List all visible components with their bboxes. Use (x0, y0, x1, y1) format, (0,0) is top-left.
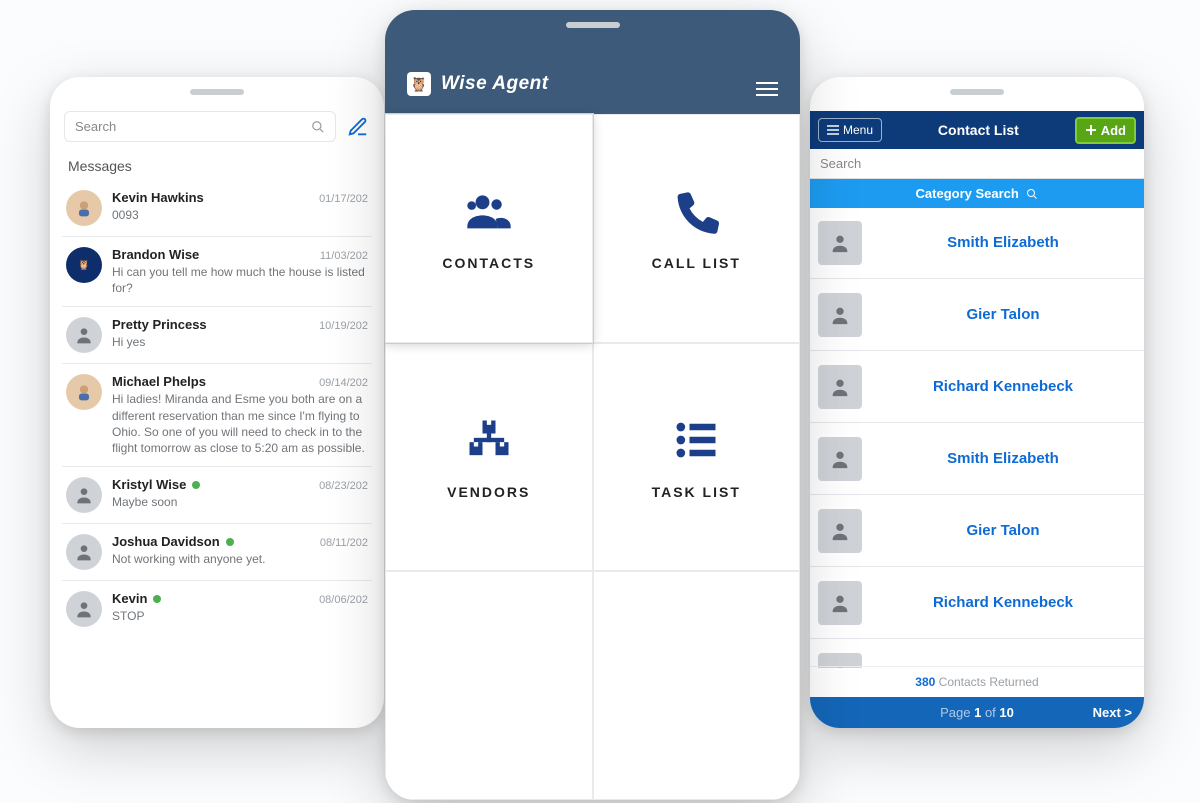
menu-icon[interactable] (756, 82, 778, 96)
menu-button[interactable]: Menu (818, 118, 882, 142)
category-search-button[interactable]: Category Search (810, 179, 1144, 208)
message-preview: Hi yes (112, 334, 368, 350)
notch (566, 22, 620, 28)
message-preview: STOP (112, 608, 368, 624)
messages-heading: Messages (62, 148, 372, 180)
tile-call-list[interactable]: CALL LIST (593, 114, 801, 343)
message-preview: 0093 (112, 207, 368, 223)
notch (190, 89, 244, 95)
contact-row[interactable]: Gier Talon (810, 495, 1144, 567)
online-dot-icon (226, 538, 234, 546)
contact-name: Gier Talon (862, 522, 1144, 539)
message-date: 08/06/202 (319, 594, 368, 606)
tile-label: VENDORS (447, 484, 530, 500)
avatar (818, 293, 862, 337)
contacts-phone: Menu Contact List Add Search Category Se… (810, 77, 1144, 728)
boxes-icon (463, 414, 515, 466)
add-button[interactable]: Add (1075, 117, 1136, 144)
contact-row[interactable]: Smith Elizabeth (810, 207, 1144, 279)
hamburger-icon (827, 125, 839, 135)
message-preview: Hi ladies! Miranda and Esme you both are… (112, 391, 368, 456)
avatar (818, 221, 862, 265)
contact-row[interactable]: Gier Talon (810, 279, 1144, 351)
message-date: 08/11/202 (320, 537, 368, 549)
brand: 🦉 Wise Agent (407, 72, 549, 96)
message-name: Kristyl Wise (112, 477, 186, 492)
message-preview: Hi can you tell me how much the house is… (112, 264, 368, 296)
search-placeholder: Search (75, 119, 311, 134)
message-name: Kevin Hawkins (112, 190, 204, 205)
brand-label: Wise Agent (441, 73, 549, 95)
message-row[interactable]: Joshua Davidson 08/11/202 Not working with… (62, 523, 372, 580)
message-name: Pretty Princess (112, 317, 207, 332)
message-row[interactable]: Kevin Hawkins 01/17/202 0093 (62, 180, 372, 236)
avatar (818, 437, 862, 481)
contact-name: Richard Kennebeck (862, 378, 1144, 395)
contact-name: Smith Elizabeth (862, 234, 1144, 251)
message-date: 01/17/202 (319, 193, 368, 205)
tile-contacts[interactable]: CONTACTS (385, 114, 593, 343)
online-dot-icon (192, 481, 200, 489)
online-dot-icon (153, 595, 161, 603)
tile-label: CONTACTS (442, 255, 535, 271)
avatar (66, 477, 102, 513)
contact-name: Smith Elizabeth (862, 450, 1144, 467)
avatar (818, 581, 862, 625)
message-row[interactable]: Michael Phelps 09/14/202 Hi ladies! Mirand… (62, 363, 372, 466)
message-date: 09/14/202 (319, 377, 368, 389)
group-icon (463, 185, 515, 237)
search-input[interactable]: Search (64, 111, 336, 142)
results-count: 380 Contacts Returned (810, 666, 1144, 697)
message-name: Michael Phelps (112, 374, 206, 389)
notch (950, 89, 1004, 95)
messages-phone: Search Messages Kevin Hawkins 01/17/202 00… (50, 77, 384, 728)
message-row[interactable]: Kevin 08/06/202 STOP (62, 580, 372, 637)
contact-row[interactable]: Sherryl Minniex (810, 639, 1144, 668)
compose-button[interactable] (346, 115, 370, 139)
avatar (818, 509, 862, 553)
message-row[interactable]: 🦉 Brandon Wise 11/03/202 Hi can you tell me… (62, 236, 372, 306)
message-date: 08/23/202 (319, 480, 368, 492)
plus-icon (1085, 124, 1097, 136)
pagination: Page 1 of 10 Next > (810, 697, 1144, 728)
tile-empty (593, 571, 801, 800)
contact-name: Gier Talon (862, 306, 1144, 323)
avatar (66, 534, 102, 570)
dashboard-phone: 🦉 Wise Agent CONTACTS CALL LIST VENDORS TAS… (385, 10, 800, 800)
page-title: Contact List (890, 122, 1067, 138)
message-name: Kevin (112, 591, 147, 606)
message-date: 11/03/202 (320, 250, 368, 262)
avatar: 🦉 (66, 247, 102, 283)
tile-vendors[interactable]: VENDORS (385, 343, 593, 572)
contact-row[interactable]: Richard Kennebeck (810, 351, 1144, 423)
avatar (818, 365, 862, 409)
list-icon (670, 414, 722, 466)
contact-search-input[interactable]: Search (810, 149, 1144, 179)
owl-logo-icon: 🦉 (407, 72, 431, 96)
message-preview: Maybe soon (112, 494, 368, 510)
contact-row[interactable]: Richard Kennebeck (810, 567, 1144, 639)
tile-label: CALL LIST (652, 255, 741, 271)
search-icon (1026, 188, 1038, 200)
phone-icon (670, 185, 722, 237)
message-row[interactable]: Pretty Princess 10/19/202 Hi yes (62, 306, 372, 363)
contact-row[interactable]: Smith Elizabeth (810, 423, 1144, 495)
tile-label: TASK LIST (652, 484, 741, 500)
message-preview: Not working with anyone yet. (112, 551, 368, 567)
tile-empty (385, 571, 593, 800)
message-row[interactable]: Kristyl Wise 08/23/202 Maybe soon (62, 466, 372, 523)
contact-name: Richard Kennebeck (862, 594, 1144, 611)
next-button[interactable]: Next > (1093, 705, 1132, 720)
message-name: Joshua Davidson (112, 534, 220, 549)
tile-task-list[interactable]: TASK LIST (593, 343, 801, 572)
avatar (66, 317, 102, 353)
search-icon (311, 120, 325, 134)
message-name: Brandon Wise (112, 247, 199, 262)
avatar (66, 591, 102, 627)
avatar (66, 190, 102, 226)
avatar (66, 374, 102, 410)
message-date: 10/19/202 (319, 320, 368, 332)
